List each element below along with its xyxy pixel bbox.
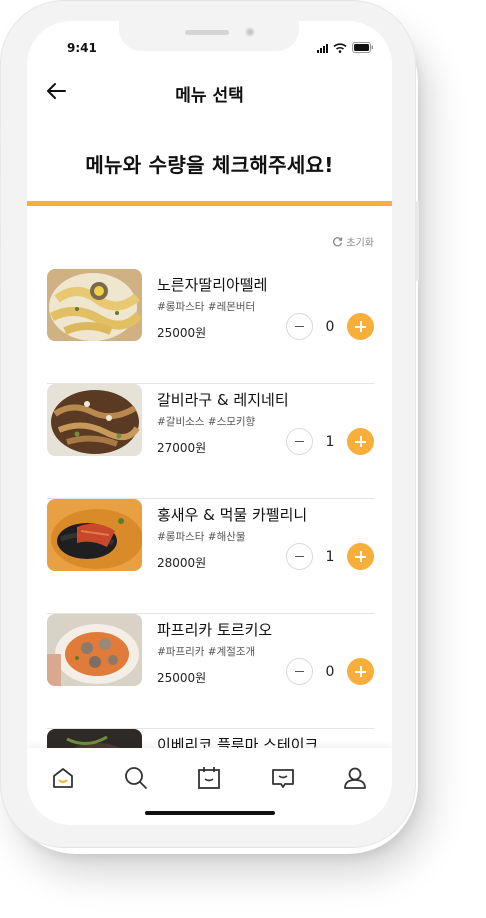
status-time: 9:41	[67, 41, 97, 55]
quantity-stepper: 0	[286, 658, 374, 685]
refresh-icon	[333, 237, 343, 247]
menu-item-name: 홍새우 & 먹물 카펠리니	[157, 506, 308, 524]
menu-item-price: 25000원	[157, 326, 207, 340]
minus-icon	[295, 670, 304, 673]
volume-up-button	[0, 176, 1, 226]
decrease-button[interactable]	[286, 658, 313, 685]
dish-photo	[47, 614, 142, 686]
quantity-value: 0	[325, 663, 335, 680]
reset-button[interactable]: 초기화	[332, 234, 374, 249]
menu-item-tags: #파프리카 #계절조개	[157, 646, 256, 658]
dish-photo	[47, 269, 142, 341]
menu-item-price: 28000원	[157, 556, 207, 570]
user-icon	[344, 767, 366, 789]
minus-icon	[295, 440, 304, 443]
decrease-button[interactable]	[286, 543, 313, 570]
volume-down-button	[0, 241, 1, 291]
nav-search[interactable]	[122, 764, 150, 792]
wifi-icon	[333, 43, 347, 53]
phone-frame: 9:41 메뉴 선택 메뉴와 수량을 체크해주세요! 초기화 노른자딸리아뗄레 …	[0, 0, 419, 848]
page-title: 메뉴 선택	[175, 86, 244, 106]
home-indicator	[145, 811, 275, 815]
speaker	[185, 30, 229, 35]
increase-button[interactable]	[347, 313, 374, 340]
dish-photo	[47, 499, 142, 571]
quantity-value: 1	[325, 433, 335, 450]
menu-item-tags: #롱파스타 #레몬버터	[157, 301, 256, 313]
menu-item-name: 파프리카 토르키오	[157, 621, 273, 639]
increase-button[interactable]	[347, 428, 374, 455]
home-icon	[53, 768, 73, 788]
nav-home[interactable]	[49, 764, 77, 792]
menu-item-price: 27000원	[157, 441, 207, 455]
increase-button[interactable]	[347, 658, 374, 685]
menu-item-name: 갈비라구 & 레지네티	[157, 391, 289, 409]
headline: 메뉴와 수량을 체크해주세요!	[85, 153, 334, 177]
menu-item-tags: #갈비소스 #스모키향	[157, 416, 256, 428]
power-button	[416, 201, 419, 281]
menu-item: 파프리카 토르키오 #파프리카 #계절조개 25000원 0	[47, 614, 374, 729]
menu-item-name: 노른자딸리아뗄레	[157, 276, 268, 294]
quantity-value: 0	[325, 318, 335, 335]
mute-switch	[0, 121, 1, 147]
menu-item: 홍새우 & 먹물 카펠리니 #롱파스타 #해산물 28000원 1	[47, 499, 374, 614]
search-icon	[125, 767, 147, 789]
minus-icon	[295, 555, 304, 558]
chat-icon	[272, 769, 294, 788]
quantity-stepper: 0	[286, 313, 374, 340]
calendar-icon	[198, 767, 220, 789]
menu-item: 노른자딸리아뗄레 #롱파스타 #레몬버터 25000원 0	[47, 269, 374, 384]
minus-icon	[295, 325, 304, 328]
quantity-stepper: 1	[286, 428, 374, 455]
battery-icon	[352, 42, 373, 53]
nav-calendar[interactable]	[195, 764, 223, 792]
quantity-value: 1	[325, 548, 335, 565]
cellular-signal-icon	[317, 43, 328, 53]
quantity-stepper: 1	[286, 543, 374, 570]
menu-item: 갈비라구 & 레지네티 #갈비소스 #스모키향 27000원 1	[47, 384, 374, 499]
decrease-button[interactable]	[286, 313, 313, 340]
dish-photo	[47, 384, 142, 456]
accent-divider	[27, 201, 392, 206]
reset-label: 초기화	[346, 238, 374, 249]
nav-chat[interactable]	[269, 764, 297, 792]
app-screen: 9:41 메뉴 선택 메뉴와 수량을 체크해주세요! 초기화 노른자딸리아뗄레 …	[27, 21, 392, 825]
notch	[119, 21, 299, 51]
decrease-button[interactable]	[286, 428, 313, 455]
menu-item-price: 25000원	[157, 671, 207, 685]
status-icons	[317, 42, 374, 53]
front-camera	[245, 27, 255, 37]
menu-list: 노른자딸리아뗄레 #롱파스타 #레몬버터 25000원 0 갈비라구 & 레지네…	[47, 269, 374, 825]
menu-item-tags: #롱파스타 #해산물	[157, 531, 246, 543]
increase-button[interactable]	[347, 543, 374, 570]
nav-profile[interactable]	[341, 764, 369, 792]
